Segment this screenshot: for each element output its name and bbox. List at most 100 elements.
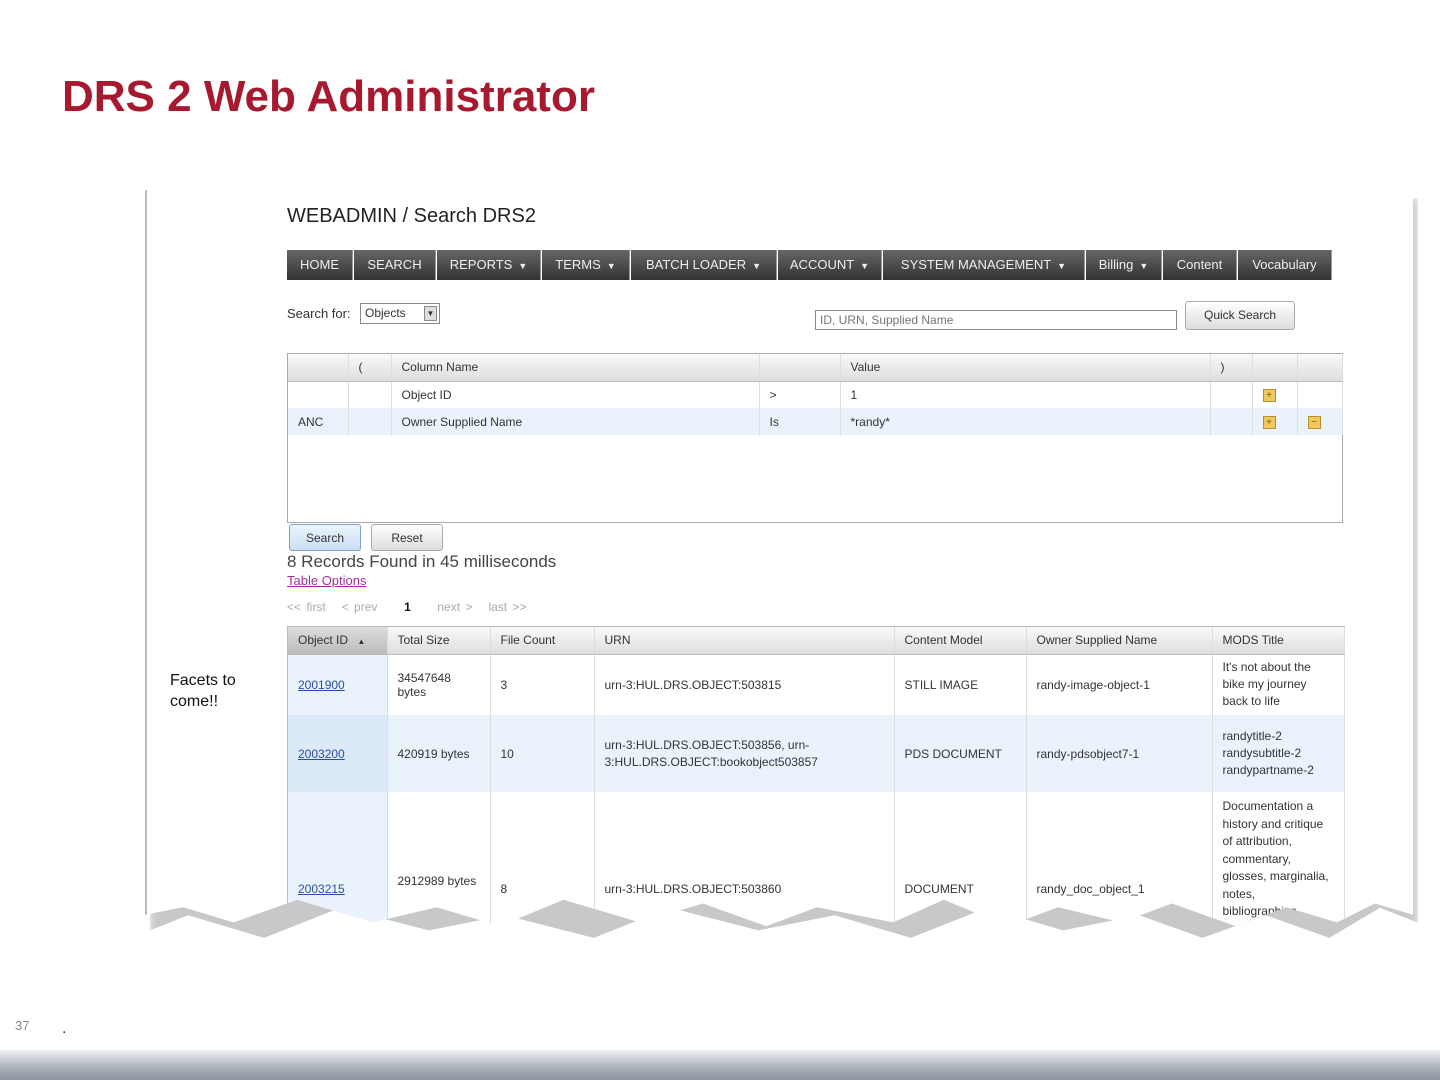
table-row: 2003215 2912989 bytes 8 urn-3:HUL.DRS.OB… <box>288 792 1345 927</box>
nav-billing[interactable]: Billing ▼ <box>1086 250 1162 280</box>
quick-search-button[interactable]: Quick Search <box>1185 301 1295 330</box>
pager-prev[interactable]: < prev <box>342 600 378 614</box>
sort-urn[interactable]: URN <box>594 627 895 655</box>
nav-label: Billing <box>1098 257 1134 272</box>
conj-cell[interactable] <box>288 381 349 408</box>
nav-reports[interactable]: REPORTS ▼ <box>437 250 541 280</box>
object-id-link[interactable]: 2003215 <box>298 882 345 896</box>
caret-down-icon: ▼ <box>1139 261 1149 271</box>
model-cell: STILL IMAGE <box>894 654 1027 715</box>
slide-title: DRS 2 Web Administrator <box>62 72 595 121</box>
column-cell[interactable]: Object ID <box>391 381 760 408</box>
criteria-header <box>759 354 841 382</box>
sort-owner-name[interactable]: Owner Supplied Name <box>1026 627 1213 655</box>
model-cell: PDS DOCUMENT <box>894 715 1027 792</box>
criteria-row: ANC Owner Supplied Name Is *randy* + − <box>288 408 1343 435</box>
nav-label: SYSTEM MANAGEMENT <box>900 257 1052 272</box>
table-row: 2001900 34547648 bytes 3 urn-3:HUL.DRS.O… <box>288 654 1345 715</box>
size-cell: 420919 bytes <box>387 715 491 792</box>
criteria-header: ) <box>1210 354 1253 382</box>
header-label: Object ID <box>298 633 349 648</box>
model-cell: DOCUMENT <box>894 792 1027 927</box>
page-number: 37 <box>15 1018 30 1033</box>
caret-down-icon: ▼ <box>606 261 616 271</box>
caret-down-icon: ▼ <box>1057 261 1067 271</box>
page-title: WEBADMIN / Search DRS2 <box>287 205 536 227</box>
paren-cell[interactable] <box>348 381 392 408</box>
nav-search[interactable]: SEARCH <box>354 250 436 280</box>
facets-note: Facets to come!! <box>170 672 236 710</box>
search-for-label: Search for: <box>287 306 351 321</box>
nav-home[interactable]: HOME <box>287 250 353 280</box>
dropdown-arrow-icon: ▼ <box>424 306 437 321</box>
results-table: Object ID ▲ Total Size File Count URN Co… <box>287 626 1345 927</box>
paren-cell[interactable] <box>1210 408 1253 435</box>
criteria-header: ( <box>348 354 392 382</box>
pager-last[interactable]: last >> <box>488 600 526 614</box>
count-cell: 10 <box>490 715 595 792</box>
sort-file-count[interactable]: File Count <box>490 627 595 655</box>
mods-cell: It's not about the bike my journey back … <box>1212 654 1345 715</box>
caret-down-icon: ▼ <box>860 261 870 271</box>
criteria-header <box>1297 354 1343 382</box>
sort-mods-title[interactable]: MODS Title <box>1212 627 1345 655</box>
urn-cell: urn-3:HUL.DRS.OBJECT:503815 <box>594 654 895 715</box>
nav-content[interactable]: Content <box>1163 250 1237 280</box>
sort-asc-icon: ▲ <box>357 637 366 647</box>
op-cell[interactable]: > <box>759 381 841 408</box>
table-options-link[interactable]: Table Options <box>287 573 367 588</box>
add-row-icon[interactable]: + <box>1262 389 1276 403</box>
criteria-header: Value <box>840 354 1211 382</box>
nav-label: Vocabulary <box>1252 257 1317 272</box>
size-cell: 34547648 bytes <box>387 654 491 715</box>
search-for-select[interactable]: Objects ▼ <box>360 303 440 324</box>
size-cell: 2912989 bytes <box>387 792 491 927</box>
value-cell[interactable]: 1 <box>840 381 1211 408</box>
pager-next[interactable]: next > <box>437 600 472 614</box>
add-row-icon[interactable]: + <box>1262 416 1276 429</box>
nav-terms[interactable]: TERMS ▼ <box>542 250 630 280</box>
nav-account[interactable]: ACCOUNT ▼ <box>778 250 882 280</box>
pager-current: 1 <box>404 600 411 614</box>
count-cell: 8 <box>490 792 595 927</box>
conj-cell[interactable]: ANC <box>288 408 349 435</box>
nav-label: ACCOUNT <box>789 257 855 272</box>
table-row: 2003200 420919 bytes 10 urn-3:HUL.DRS.OB… <box>288 715 1345 792</box>
reset-button[interactable]: Reset <box>371 524 443 551</box>
sort-object-id[interactable]: Object ID ▲ <box>288 627 388 655</box>
quick-search-input[interactable] <box>815 310 1177 330</box>
paren-cell[interactable] <box>1210 381 1253 408</box>
sort-content-model[interactable]: Content Model <box>894 627 1027 655</box>
op-cell[interactable]: Is <box>759 408 841 435</box>
nav-batch-loader[interactable]: BATCH LOADER ▼ <box>631 250 777 280</box>
nav-label: BATCH LOADER <box>645 257 747 272</box>
criteria-header <box>1252 354 1298 382</box>
nav-label: SEARCH <box>367 257 422 272</box>
count-cell: 3 <box>490 654 595 715</box>
pager: << first < prev 1 next > last >> <box>287 600 527 614</box>
column-cell[interactable]: Owner Supplied Name <box>391 408 760 435</box>
caret-down-icon: ▼ <box>752 261 762 271</box>
nav-label: HOME <box>300 257 339 272</box>
owner-cell: randy-image-object-1 <box>1026 654 1213 715</box>
search-button[interactable]: Search <box>289 524 361 551</box>
nav-label: TERMS <box>555 257 601 272</box>
remove-row-icon[interactable]: − <box>1307 416 1321 429</box>
sort-total-size[interactable]: Total Size <box>387 627 491 655</box>
criteria-table: (Column Name Value) Object ID >1 + ANC Owner… <box>287 353 1343 523</box>
select-value: Objects <box>365 306 406 320</box>
value-cell[interactable]: *randy* <box>840 408 1211 435</box>
criteria-header: Column Name <box>391 354 760 382</box>
pager-first[interactable]: << first <box>287 600 326 614</box>
urn-cell: urn-3:HUL.DRS.OBJECT:503856, urn-3:HUL.D… <box>594 715 895 792</box>
nav-vocabulary[interactable]: Vocabulary <box>1238 250 1332 280</box>
object-id-link[interactable]: 2001900 <box>298 678 345 692</box>
nav-system-management[interactable]: SYSTEM MANAGEMENT ▼ <box>883 250 1085 280</box>
criteria-row: Object ID >1 + <box>288 381 1343 408</box>
screenshot-panel: WEBADMIN / Search DRS2 HOME SEARCH REPOR… <box>145 190 1413 927</box>
criteria-header <box>288 354 349 382</box>
object-id-link[interactable]: 2003200 <box>298 747 345 761</box>
owner-cell: randy_doc_object_1 <box>1026 792 1213 927</box>
paren-cell[interactable] <box>348 408 392 435</box>
owner-cell: randy-pdsobject7-1 <box>1026 715 1213 792</box>
